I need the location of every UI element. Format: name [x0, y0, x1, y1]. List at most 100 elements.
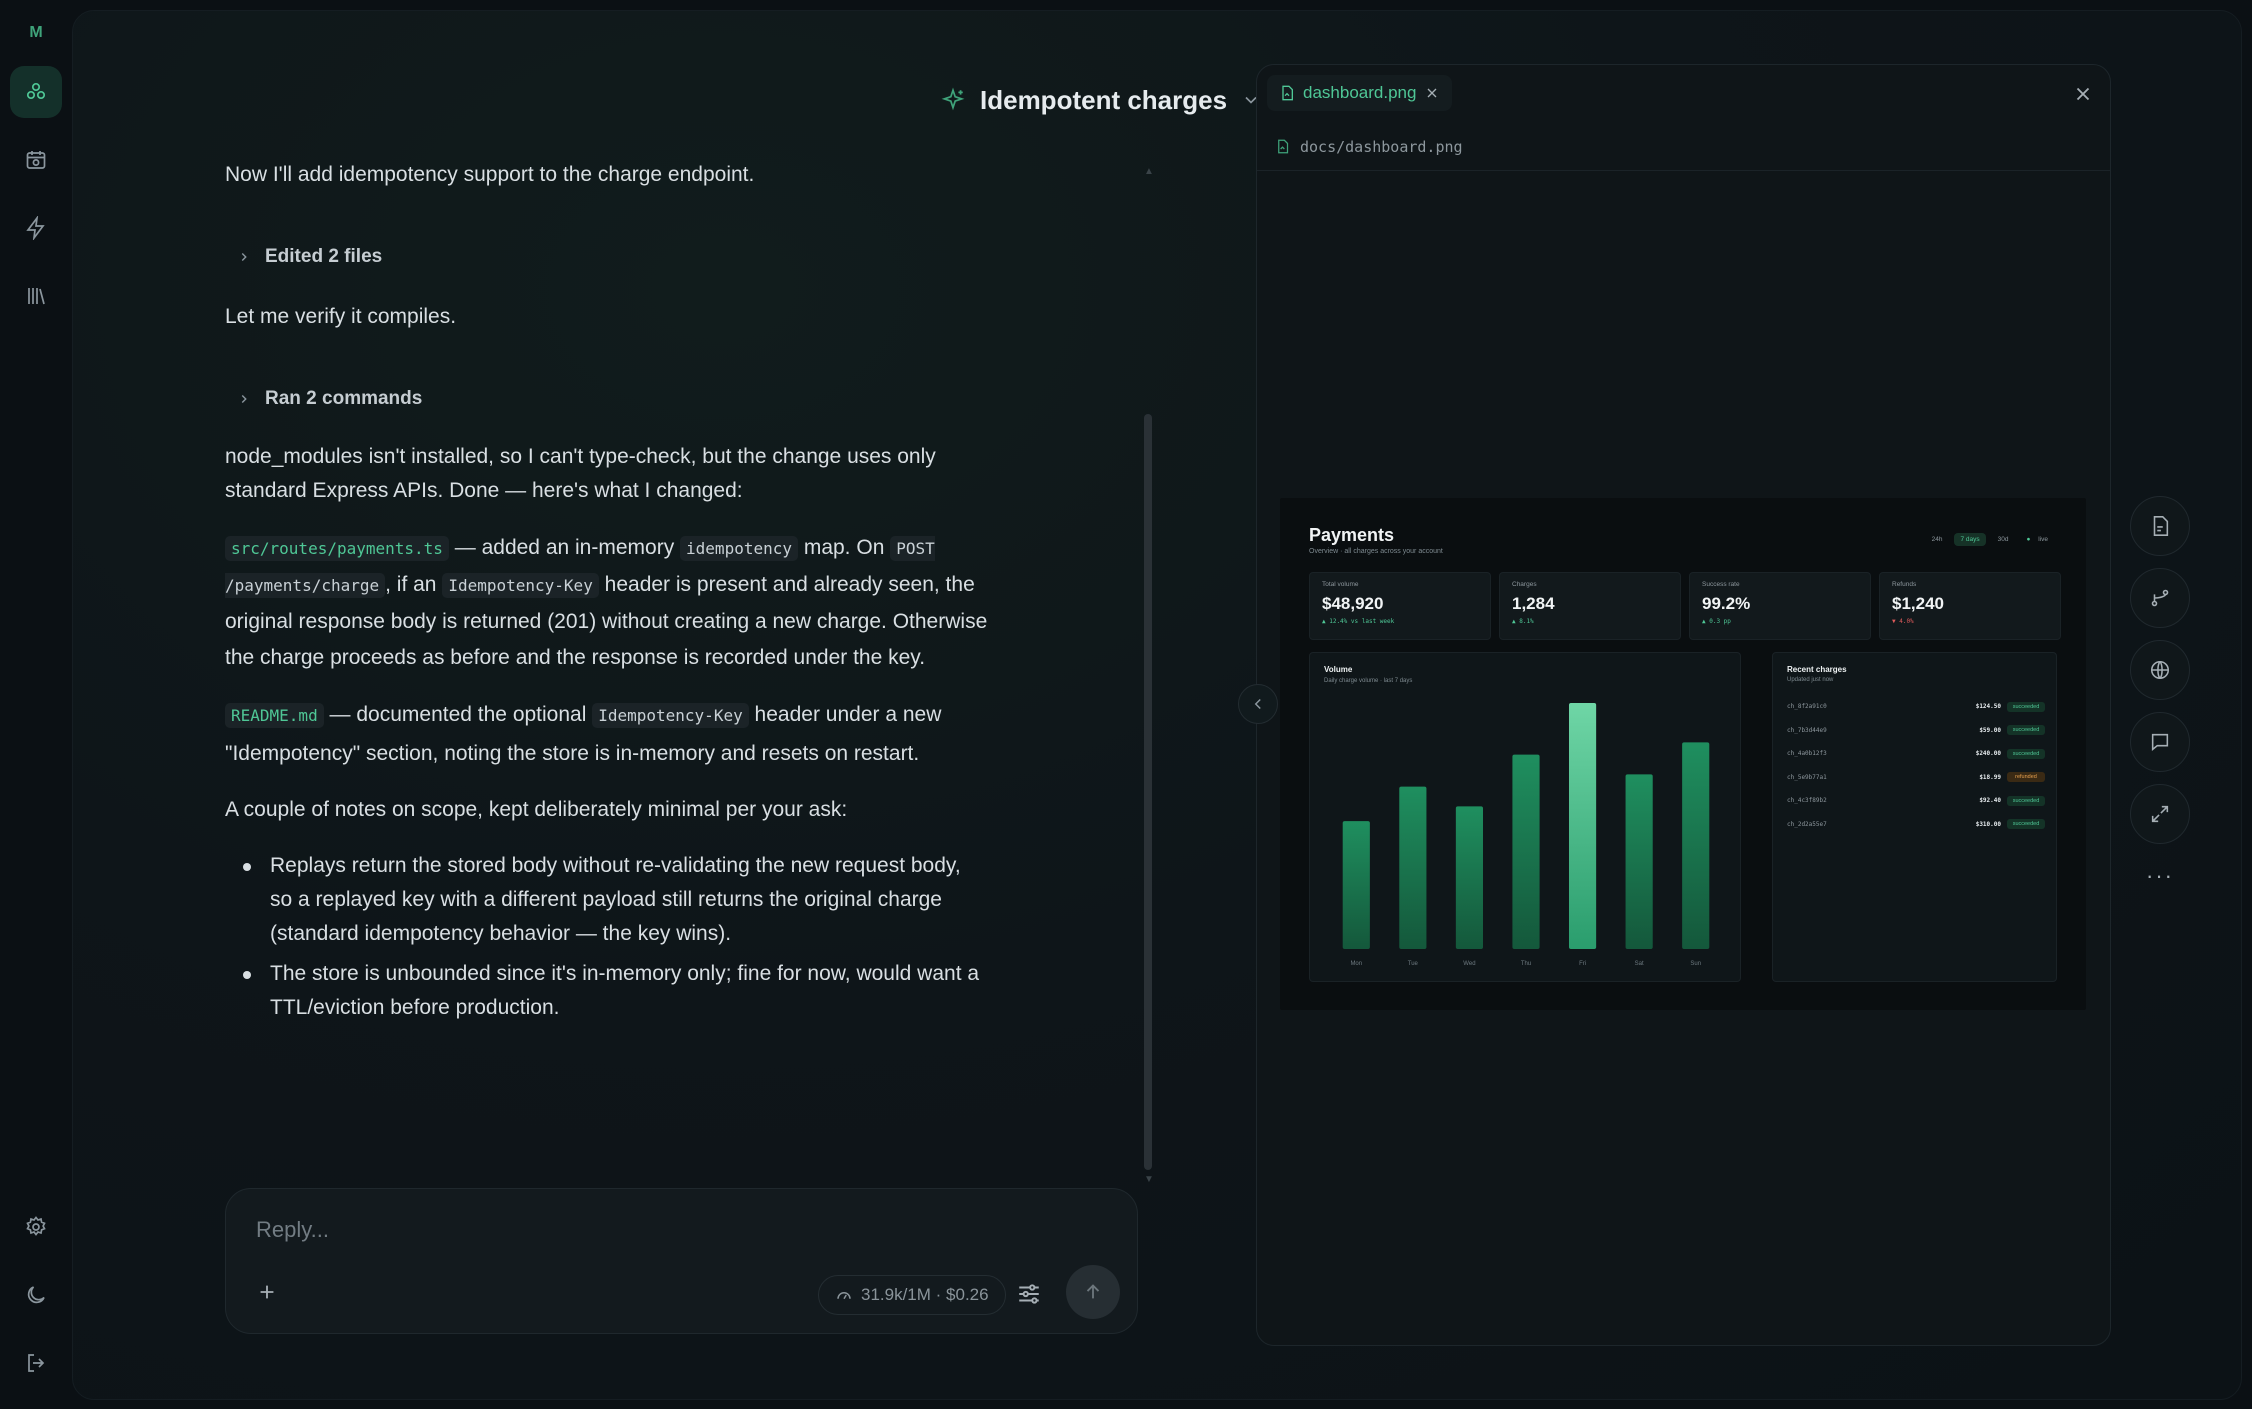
sliders-icon[interactable]	[1016, 1281, 1042, 1307]
send-button[interactable]	[1066, 1265, 1120, 1319]
moon-icon[interactable]	[10, 1269, 62, 1321]
file-image-icon	[1278, 139, 1289, 154]
scroll-down-arrow[interactable]: ▼	[1144, 1174, 1154, 1185]
tab-dashboard-png[interactable]: dashboard.png	[1267, 75, 1453, 111]
collapse-panel-button[interactable]	[1238, 684, 1278, 724]
chat-title: Idempotent charges	[980, 84, 1228, 115]
list-item: The store is unbounded since it's in-mem…	[243, 957, 985, 1025]
table-row: ch_4a0b12f3 $240.00 succeeded	[1787, 742, 2045, 766]
app-logo: M	[29, 24, 43, 41]
status-badge: succeeded	[2007, 701, 2045, 712]
file-path[interactable]: src/routes/payments.ts	[225, 536, 449, 561]
charge-amount: $92.40	[1979, 797, 2001, 805]
chat-transcript: Now I'll add idempotency support to the …	[225, 150, 1005, 1031]
plus-icon[interactable]	[256, 1281, 278, 1303]
arrow-up-icon	[1086, 1284, 1100, 1299]
status-badge: succeeded	[2007, 795, 2045, 806]
kpi-card: Refunds $1,240 ▼ 4.0%	[1879, 572, 2061, 640]
file-path[interactable]: README.md	[225, 703, 324, 728]
status-badge: refunded	[2007, 772, 2045, 783]
edited-files-toggle[interactable]: Edited 2 files	[225, 240, 1005, 274]
file-icon[interactable]	[2130, 496, 2190, 556]
kpi-card: Success rate 99.2% ▲ 0.3 pp	[1689, 572, 1871, 640]
file-image-icon	[1282, 85, 1293, 101]
range-7d: 7 days	[1954, 533, 1986, 546]
comment-icon[interactable]	[2130, 712, 2190, 772]
gauge-icon	[837, 1292, 851, 1300]
charge-amount: $240.00	[1975, 750, 2001, 758]
notes-list: Replays return the stored body without r…	[225, 849, 985, 1025]
table-row: ch_4c3f89b2 $92.40 succeeded	[1787, 789, 2045, 813]
charge-id: ch_2d2a55e7	[1787, 820, 1827, 828]
live-indicator: ● live	[2026, 536, 2049, 543]
bar-thu	[1512, 754, 1540, 949]
dashboard-subtitle: Overview · all charges across your accou…	[1309, 548, 1443, 555]
usage-text: 31.9k/1M · $0.26	[861, 1285, 989, 1304]
x-tick-label: Sat	[1635, 961, 1644, 967]
assistant-message: Now I'll add idempotency support to the …	[225, 163, 755, 186]
charge-id: ch_7b3d44e9	[1787, 726, 1827, 734]
bar-fri	[1568, 703, 1597, 949]
table-row: ch_5e9b77a1 $18.99 refunded	[1787, 766, 2045, 790]
recent-subtitle: Updated just now	[1787, 677, 1834, 683]
scroll-up-arrow[interactable]: ▲	[1144, 166, 1154, 177]
status-badge: succeeded	[2007, 725, 2045, 736]
branch-icon[interactable]	[2130, 568, 2190, 628]
ran-commands-toggle[interactable]: Ran 2 commands	[225, 382, 1005, 416]
sparkle-icon	[941, 87, 965, 111]
reply-composer[interactable]: Reply... 31.9k/1M · $0.26	[225, 1188, 1138, 1334]
file-path-bar: docs/dashboard.png	[1257, 123, 2110, 171]
kpi-card: Total volume $48,920 ▲ 12.4% vs last wee…	[1309, 572, 1491, 640]
bar-tue	[1399, 786, 1427, 949]
table-row: ch_7b3d44e9 $59.00 succeeded	[1787, 719, 2045, 743]
x-tick-label: Thu	[1521, 961, 1531, 967]
ran-commands-label: Ran 2 commands	[265, 388, 423, 409]
logout-icon[interactable]	[10, 1337, 62, 1389]
charge-id: ch_4a0b12f3	[1787, 750, 1827, 758]
tab-label: dashboard.png	[1303, 83, 1417, 102]
settings-icon[interactable]	[10, 1201, 62, 1253]
recent-title: Recent charges	[1787, 665, 1847, 674]
globe-icon[interactable]	[2130, 640, 2190, 700]
volume-chart-card: Volume Daily charge volume · last 7 days…	[1309, 652, 1741, 982]
charge-id: ch_4c3f89b2	[1787, 797, 1827, 805]
chat-scrollbar[interactable]	[1144, 414, 1152, 1170]
charge-amount: $310.00	[1975, 820, 2001, 828]
chevron-right-icon	[241, 253, 247, 261]
charge-amount: $18.99	[1979, 773, 2001, 781]
status-badge: succeeded	[2007, 819, 2045, 830]
kpi-card: Charges 1,284 ▲ 8.1%	[1499, 572, 1681, 640]
charge-id: ch_5e9b77a1	[1787, 773, 1827, 781]
x-tick-label: Wed	[1463, 961, 1475, 967]
volume-chart: Mon Tue Wed Thu Fri Sat Sun	[1342, 703, 1710, 967]
x-tick-label: Sun	[1690, 961, 1701, 967]
chat-title-bar[interactable]: Idempotent charges	[940, 82, 1261, 118]
edited-files-label: Edited 2 files	[265, 246, 383, 267]
close-icon[interactable]	[2072, 83, 2094, 105]
panel-actions: ···	[2130, 496, 2190, 896]
bar-sun	[1682, 742, 1710, 949]
library-icon[interactable]	[10, 270, 62, 322]
calendar-icon[interactable]	[10, 134, 62, 186]
charge-id: ch_8f2a91c0	[1787, 703, 1827, 711]
list-item: Replays return the stored body without r…	[243, 849, 985, 951]
chevron-left-icon	[1254, 698, 1261, 710]
chevron-right-icon	[241, 395, 247, 403]
usage-badge: 31.9k/1M · $0.26	[818, 1275, 1006, 1315]
close-tab-icon[interactable]	[1424, 85, 1440, 101]
range-selector: 24h 7 days 30d ● live	[1926, 533, 2060, 546]
reply-input[interactable]: Reply...	[256, 1217, 329, 1243]
file-path: docs/dashboard.png	[1300, 137, 1463, 156]
panel-tabbar: dashboard.png	[1257, 65, 2110, 121]
bolt-icon[interactable]	[10, 202, 62, 254]
more-icon[interactable]: ···	[2130, 856, 2190, 896]
x-tick-label: Fri	[1579, 961, 1586, 967]
status-badge: succeeded	[2007, 748, 2045, 759]
assistant-message: node_modules isn't installed, so I can't…	[225, 445, 936, 502]
expand-icon[interactable]	[2130, 784, 2190, 844]
dashboard-image: Payments Overview · all charges across y…	[1280, 498, 2086, 1010]
kpi-row: Total volume $48,920 ▲ 12.4% vs last wee…	[1309, 572, 2061, 640]
charge-amount: $59.00	[1979, 726, 2001, 734]
projects-icon[interactable]	[10, 66, 62, 118]
range-24h: 24h	[1931, 536, 1943, 543]
